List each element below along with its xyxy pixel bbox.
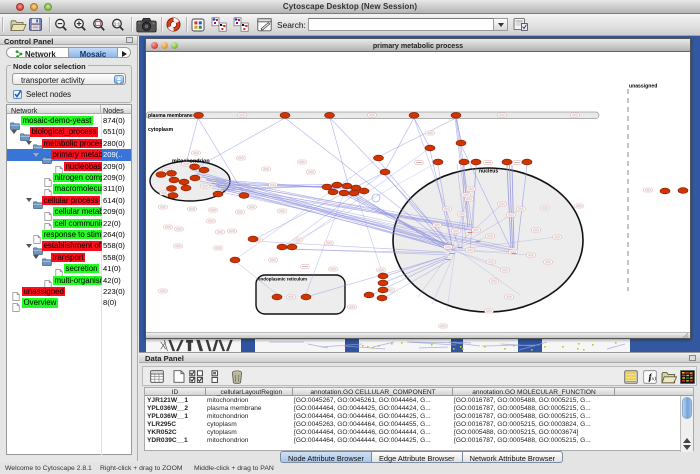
svg-text:nucleus: nucleus (479, 169, 498, 175)
svg-text:1:1: 1:1 (114, 21, 121, 26)
svg-text:endoplasmic reticulum: endoplasmic reticulum (258, 277, 307, 282)
svg-text:cytoplasm: cytoplasm (148, 127, 174, 133)
svg-text:unassigned: unassigned (629, 84, 657, 90)
svg-text:(x): (x) (650, 375, 656, 382)
svg-text:plasma membrane: plasma membrane (148, 113, 193, 119)
